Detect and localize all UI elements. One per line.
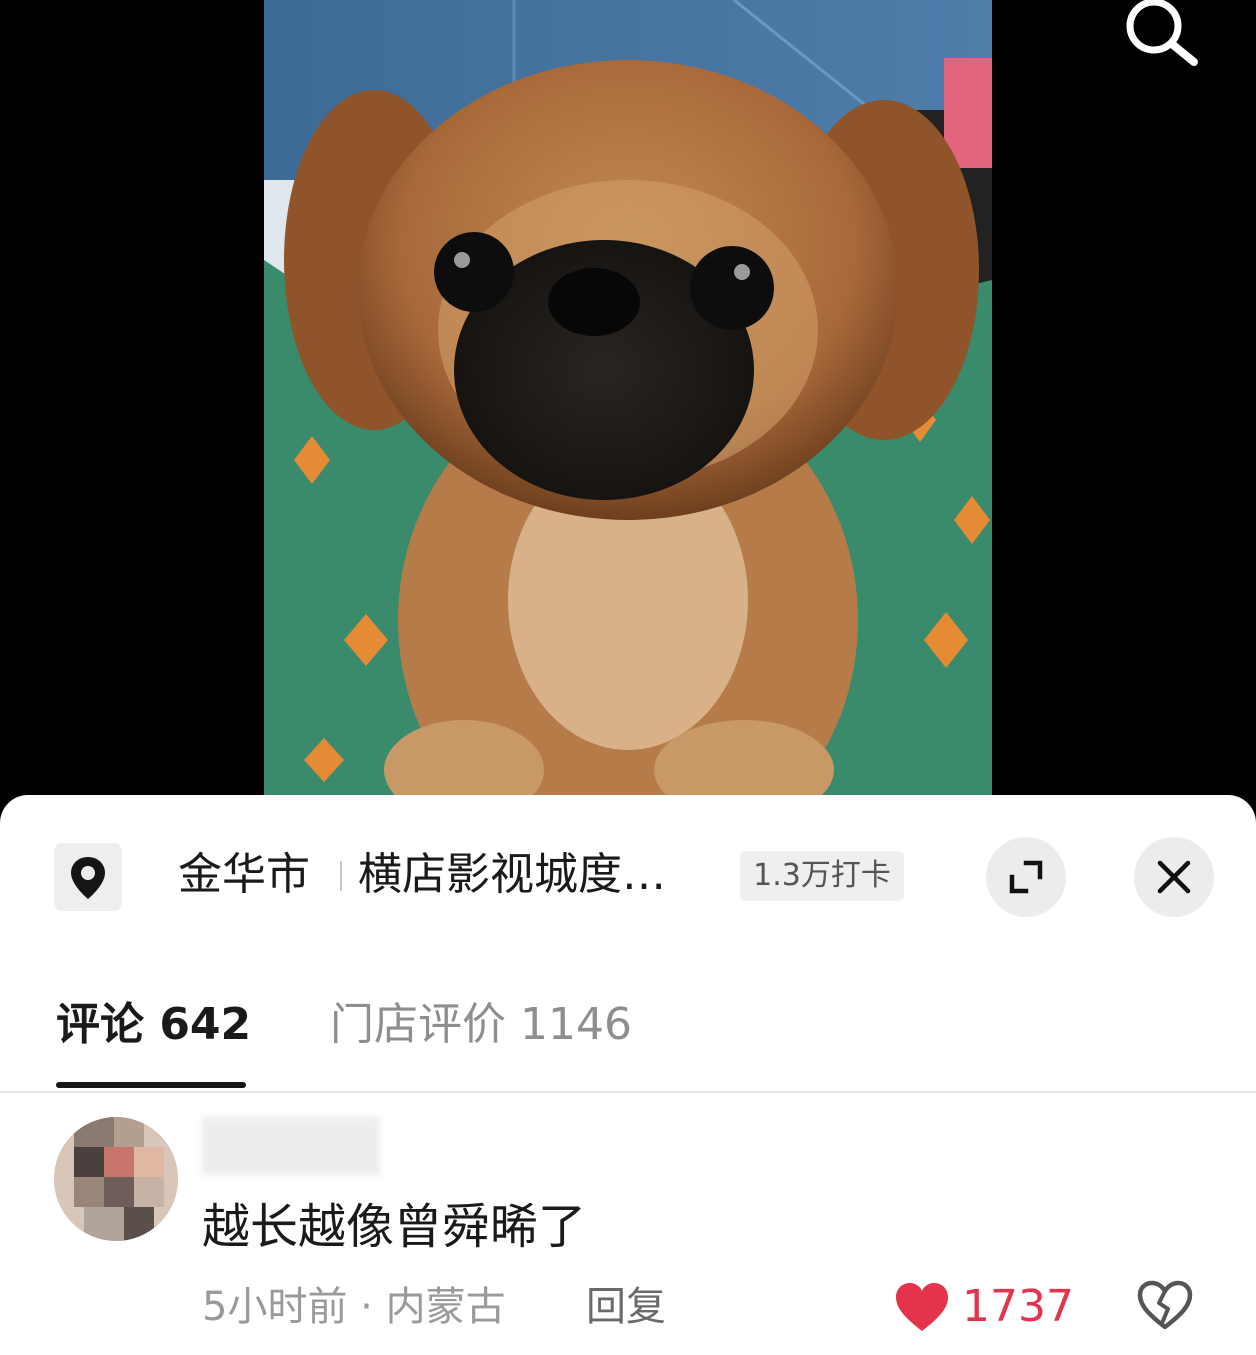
comment-username-blurred[interactable] [202,1117,380,1175]
broken-heart-icon [1137,1280,1193,1330]
reply-button[interactable]: 回复 [586,1281,666,1333]
search-button[interactable] [1122,0,1202,72]
location-city[interactable]: 金华市 [178,847,310,903]
location-name[interactable]: 横店影视城度… [358,847,666,903]
location-button[interactable] [54,843,122,911]
tab-comments[interactable]: 评论 642 [56,997,251,1053]
heart-icon [896,1283,948,1331]
dog-photo [264,0,992,800]
video-area[interactable] [0,0,1256,800]
avatar[interactable] [54,1117,178,1241]
comment-text: 越长越像曾舜晞了 [202,1199,587,1255]
comment-meta: 5小时前 · 内蒙古 [202,1284,506,1330]
active-tab-indicator [56,1082,246,1088]
like-count: 1737 [962,1281,1074,1332]
like-button[interactable]: 1737 [894,1279,1074,1335]
dislike-button[interactable] [1136,1279,1194,1335]
close-button[interactable] [1134,837,1214,917]
expand-button[interactable] [986,837,1066,917]
close-icon [1157,860,1191,894]
avatar-blurred-image [54,1117,178,1241]
search-icon [1126,0,1198,66]
comment-sheet: 金华市 横店影视城度… 1.3万打卡 评论 642 门店评价 1146 越长越像… [0,795,1256,1355]
tab-divider [0,1091,1256,1093]
tab-store-reviews[interactable]: 门店评价 1146 [330,997,632,1053]
location-pin-icon [71,857,105,899]
location-separator [340,861,342,891]
checkin-badge: 1.3万打卡 [740,851,904,901]
expand-icon [1009,860,1043,894]
